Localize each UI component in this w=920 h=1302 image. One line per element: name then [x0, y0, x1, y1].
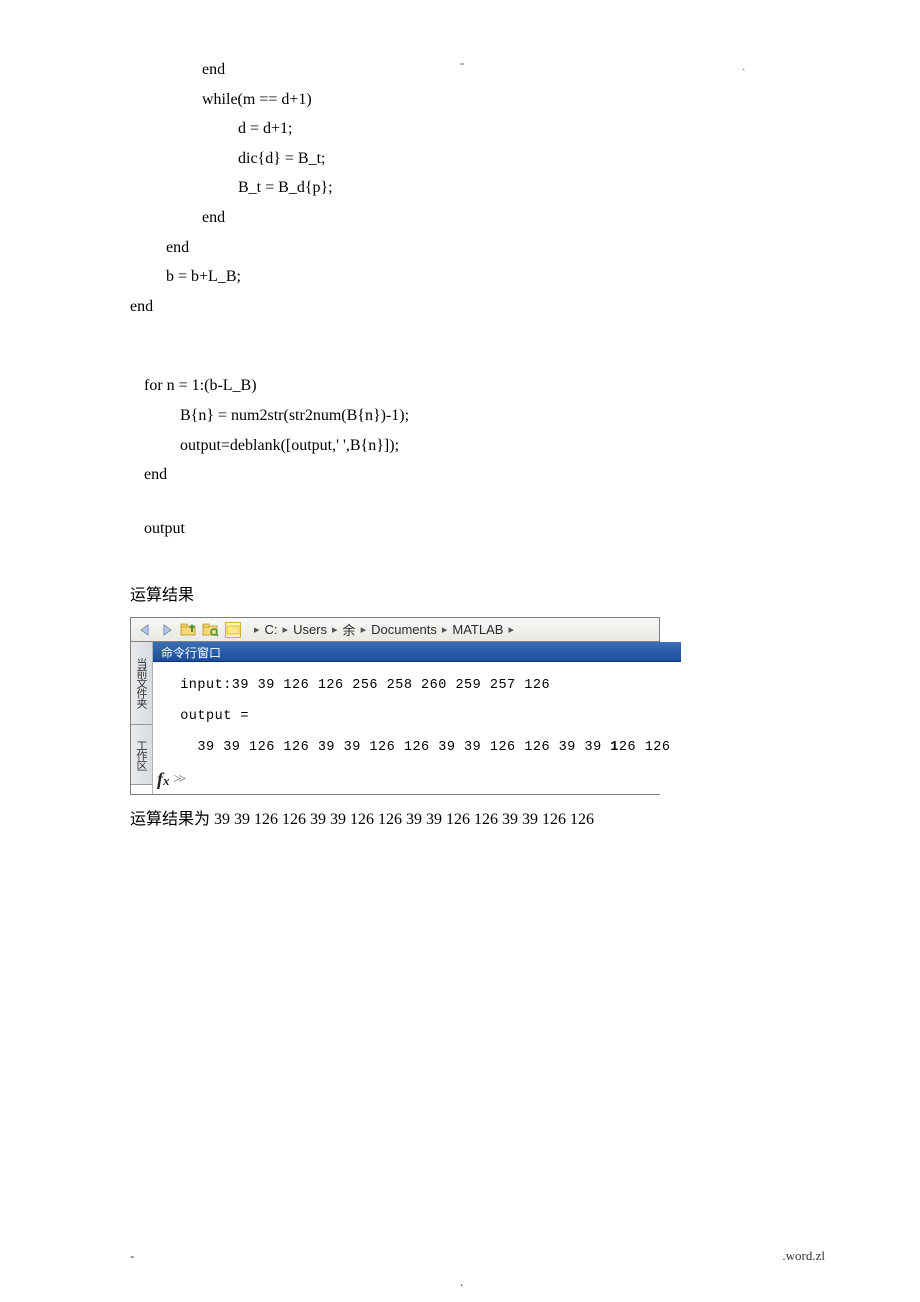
code-line: B_t = B_d{p}; — [130, 173, 790, 203]
code-block: end while(m == d+1) d = d+1; dic{d} = B_… — [130, 55, 790, 543]
footer-center: . — [460, 1274, 463, 1290]
matlab-window: ▸ C: ▸ Users ▸ 余 ▸ Documents ▸ MATLAB ▸ … — [130, 617, 660, 795]
breadcrumb-segment[interactable]: MATLAB — [452, 622, 503, 637]
command-output[interactable]: input:39 39 126 126 256 258 260 259 257 … — [153, 662, 681, 767]
command-window-title: 命令行窗口 — [153, 642, 681, 662]
side-tabs: 当前文件夹 工作区 — [131, 642, 153, 794]
matlab-toolbar: ▸ C: ▸ Users ▸ 余 ▸ Documents ▸ MATLAB ▸ — [131, 618, 659, 642]
chevron-right-icon: ▸ — [254, 623, 260, 636]
code-line: for n = 1:(b-L_B) — [130, 371, 790, 401]
code-line: output — [130, 514, 790, 544]
code-line: dic{d} = B_t; — [130, 144, 790, 174]
breadcrumb-segment[interactable]: C: — [265, 622, 278, 637]
result-summary: 运算结果为 39 39 126 126 39 39 126 126 39 39 … — [130, 805, 790, 829]
breadcrumb-segment[interactable]: 余 — [343, 620, 356, 639]
code-line: while(m == d+1) — [130, 85, 790, 115]
decor-dot-top: . — [743, 62, 746, 73]
code-line: output=deblank([output,' ',B{n}]); — [130, 431, 790, 461]
breadcrumb-segment[interactable]: Users — [293, 622, 327, 637]
side-tab-current-folder[interactable]: 当前文件夹 — [131, 642, 152, 725]
forward-button[interactable] — [157, 620, 177, 640]
chevron-right-icon: ▸ — [283, 623, 289, 636]
command-window: 命令行窗口 input:39 39 126 126 256 258 260 25… — [153, 642, 681, 794]
chevron-right-icon: ▸ — [442, 623, 448, 636]
output-line: input:39 39 126 126 256 258 260 259 257 … — [163, 670, 671, 701]
chevron-right-icon: ▸ — [361, 623, 367, 636]
up-folder-button[interactable] — [179, 620, 199, 640]
code-line: end — [130, 203, 790, 233]
prompt-chevrons: >> — [174, 772, 184, 788]
result-heading: 运算结果 — [130, 581, 790, 605]
code-line: end — [130, 292, 790, 322]
decor-dash-top: - — [460, 55, 464, 71]
breadcrumb-segment[interactable]: Documents — [371, 622, 437, 637]
output-line: 39 39 126 126 39 39 126 126 39 39 126 12… — [163, 732, 671, 763]
code-line: d = d+1; — [130, 114, 790, 144]
folder-icon — [225, 622, 241, 638]
footer-left: - — [130, 1248, 134, 1264]
code-line: b = b+L_B; — [130, 262, 790, 292]
side-tab-workspace[interactable]: 工作区 — [131, 725, 152, 785]
browse-folder-button[interactable] — [201, 620, 221, 640]
code-line: end — [130, 233, 790, 263]
chevron-right-icon: ▸ — [332, 623, 338, 636]
output-line: output = — [163, 701, 671, 732]
breadcrumb[interactable]: ▸ C: ▸ Users ▸ 余 ▸ Documents ▸ MATLAB ▸ — [249, 620, 519, 639]
fx-icon[interactable]: fx — [157, 769, 170, 790]
chevron-right-icon: ▸ — [508, 623, 514, 636]
back-button[interactable] — [135, 620, 155, 640]
footer-right: .word.zl — [782, 1248, 825, 1264]
code-line: B{n} = num2str(str2num(B{n})-1); — [130, 401, 790, 431]
command-prompt-row[interactable]: fx >> — [153, 767, 681, 794]
code-line: end — [130, 460, 790, 490]
